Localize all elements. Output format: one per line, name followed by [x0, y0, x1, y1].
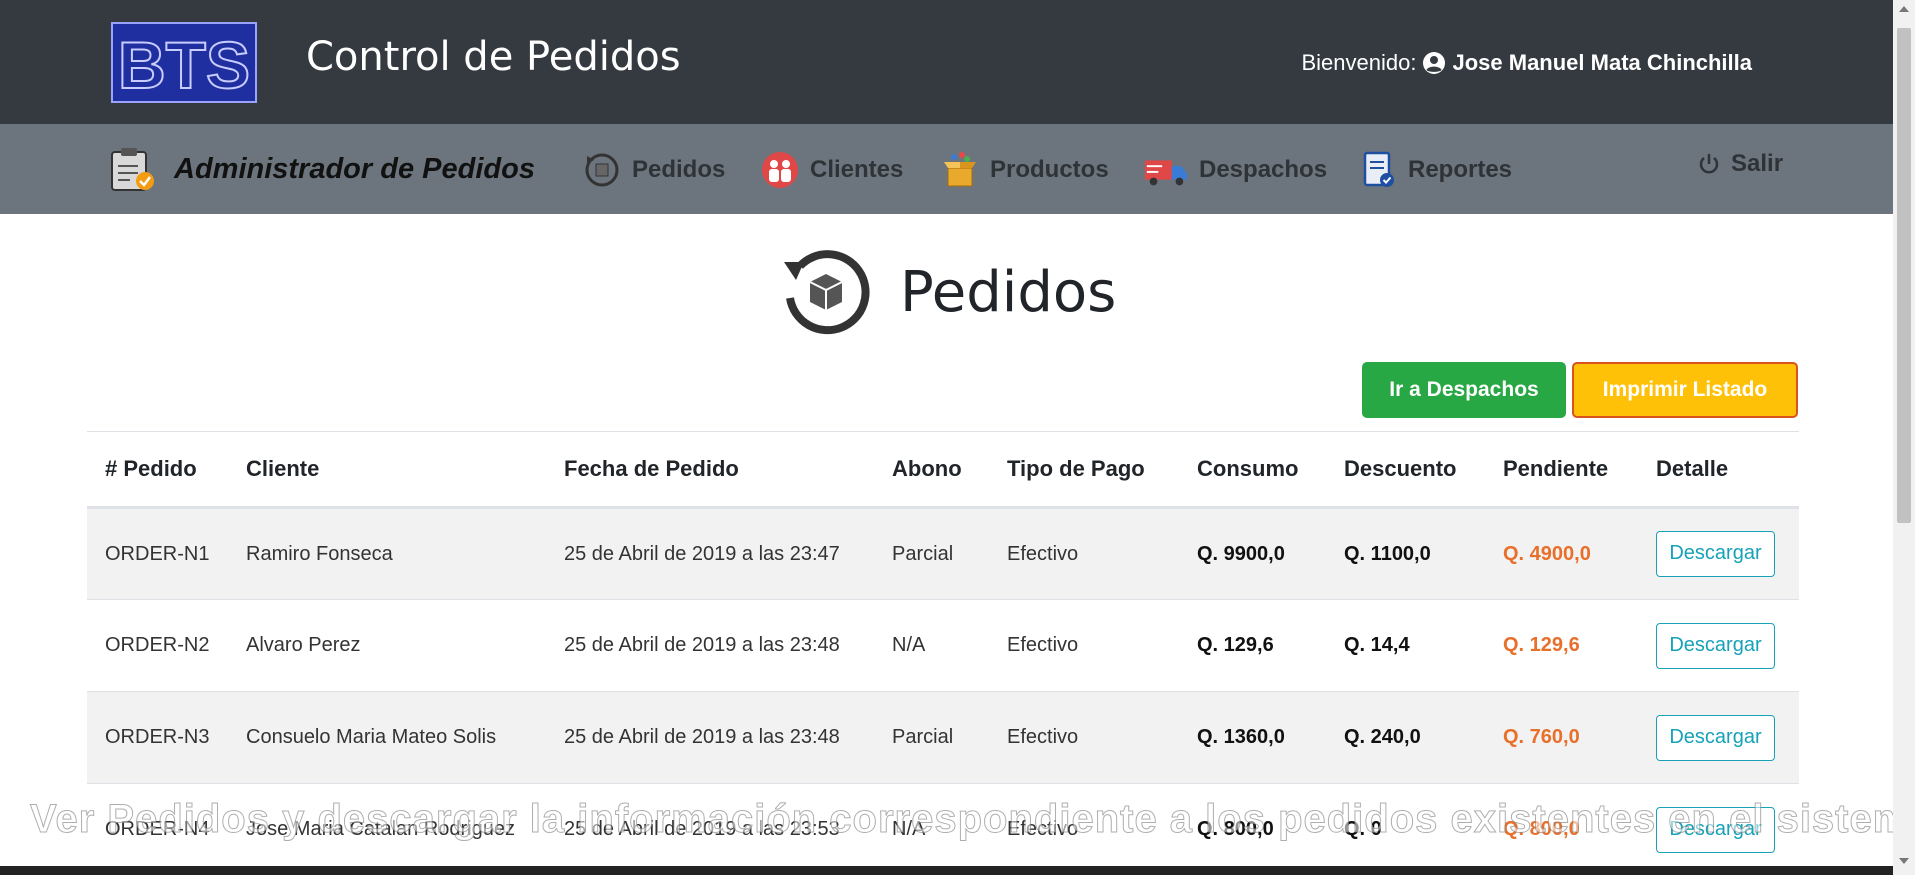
discount: Q. 1100,0	[1326, 507, 1485, 600]
download-button[interactable]: Descargar	[1656, 531, 1775, 577]
scroll-up-arrow[interactable]	[1899, 6, 1909, 12]
user-name[interactable]: Jose Manuel Mata Chinchilla	[1452, 50, 1752, 76]
col-header: Detalle	[1638, 431, 1799, 509]
nav-item-reportes[interactable]: Reportes	[1358, 150, 1512, 190]
nav-label-clientes: Clientes	[810, 156, 904, 183]
col-header: Pendiente	[1485, 431, 1638, 509]
app-title: Control de Pedidos	[306, 34, 681, 80]
power-icon	[1699, 154, 1719, 174]
table-row: ORDER-N3 Consuelo Maria Mateo Solis 25 d…	[87, 691, 1799, 784]
order-date: 25 de Abril de 2019 a las 23:47	[546, 507, 874, 600]
col-header: Consumo	[1179, 431, 1326, 509]
pending-amount: Q. 4900,0	[1485, 507, 1638, 600]
download-button[interactable]: Descargar	[1656, 622, 1775, 669]
order-id: ORDER-N2	[87, 599, 228, 692]
welcome-label: Bienvenido:	[1301, 50, 1417, 75]
consumption: Q. 9900,0	[1179, 507, 1326, 600]
clipboard-check-icon	[111, 148, 154, 191]
nav-label-despachos: Despachos	[1199, 156, 1328, 183]
page-scrollbar[interactable]	[1893, 0, 1915, 875]
order-refresh-icon	[585, 153, 619, 187]
table-row: ORDER-N2 Alvaro Perez 25 de Abril de 201…	[87, 599, 1799, 692]
client-name: Consuelo Maria Mateo Solis	[228, 691, 546, 784]
detail-cell: Descargar	[1638, 507, 1799, 600]
order-date: 25 de Abril de 2019 a las 23:48	[546, 599, 874, 692]
col-header: # Pedido	[87, 431, 228, 509]
nav-brand-label: Administrador de Pedidos	[174, 152, 535, 185]
nav-label-productos: Productos	[990, 156, 1109, 183]
pending-amount: Q. 760,0	[1485, 691, 1638, 784]
col-header: Descuento	[1326, 431, 1485, 509]
discount: Q. 240,0	[1326, 691, 1485, 784]
nav-label-pedidos: Pedidos	[632, 156, 726, 183]
bottom-strip	[0, 866, 1893, 875]
logout-button[interactable]: Salir	[1697, 150, 1783, 178]
order-date: 25 de Abril de 2019 a las 23:48	[546, 691, 874, 784]
logout-label: Salir	[1731, 150, 1784, 177]
scroll-down-arrow[interactable]	[1899, 858, 1909, 864]
video-caption: Ver Pedidos y descargar la información c…	[30, 797, 1915, 842]
order-id: ORDER-N3	[87, 691, 228, 784]
detail-cell: Descargar	[1638, 691, 1799, 784]
page-heading: Pedidos	[780, 246, 1116, 338]
products-box-icon	[944, 152, 976, 187]
bts-logo: BTS	[111, 22, 257, 103]
consumption: Q. 1360,0	[1179, 691, 1326, 784]
payment-type: Efectivo	[989, 599, 1179, 692]
payment-abono: Parcial	[874, 691, 989, 784]
consumption: Q. 129,6	[1179, 599, 1326, 692]
payment-type: Efectivo	[989, 691, 1179, 784]
nav-item-despachos[interactable]: Despachos	[1143, 150, 1327, 190]
welcome-area: Bienvenido: Jose Manuel Mata Chinchilla	[1302, 50, 1753, 76]
download-button[interactable]: Descargar	[1656, 714, 1775, 761]
print-list-button[interactable]: Imprimir Listado	[1572, 362, 1798, 418]
report-icon	[1363, 151, 1394, 187]
nav-item-pedidos[interactable]: Pedidos	[582, 150, 725, 190]
payment-type: Efectivo	[989, 507, 1179, 600]
nav-brand[interactable]: Administrador de Pedidos	[108, 146, 535, 192]
col-header: Cliente	[228, 431, 546, 509]
user-circle-icon	[1423, 52, 1446, 74]
client-name: Ramiro Fonseca	[228, 507, 546, 600]
order-refresh-icon	[784, 250, 870, 335]
nav-label-reportes: Reportes	[1408, 156, 1513, 183]
main-navbar: Administrador de Pedidos Pedidos Cliente…	[0, 124, 1893, 214]
payment-abono: N/A	[874, 599, 989, 692]
page-title: Pedidos	[900, 259, 1117, 325]
go-to-dispatch-button[interactable]: Ir a Despachos	[1362, 362, 1566, 418]
col-header: Fecha de Pedido	[546, 431, 874, 509]
table-row: ORDER-N1 Ramiro Fonseca 25 de Abril de 2…	[87, 507, 1799, 600]
table-header-row: # Pedido Cliente Fecha de Pedido Abono T…	[87, 431, 1799, 509]
scroll-thumb[interactable]	[1897, 28, 1911, 523]
pending-amount: Q. 129,6	[1485, 599, 1638, 692]
detail-cell: Descargar	[1638, 599, 1799, 692]
discount: Q. 14,4	[1326, 599, 1485, 692]
client-name: Alvaro Perez	[228, 599, 546, 692]
col-header: Abono	[874, 431, 989, 509]
clients-icon	[762, 152, 798, 188]
svg-text:BTS: BTS	[118, 28, 250, 102]
nav-item-productos[interactable]: Productos	[940, 150, 1109, 190]
payment-abono: Parcial	[874, 507, 989, 600]
col-header: Tipo de Pago	[989, 431, 1179, 509]
nav-item-clientes[interactable]: Clientes	[760, 150, 903, 190]
order-id: ORDER-N1	[87, 507, 228, 600]
truck-icon	[1144, 160, 1188, 186]
top-header: BTS Control de Pedidos Bienvenido: Jose …	[0, 0, 1893, 124]
